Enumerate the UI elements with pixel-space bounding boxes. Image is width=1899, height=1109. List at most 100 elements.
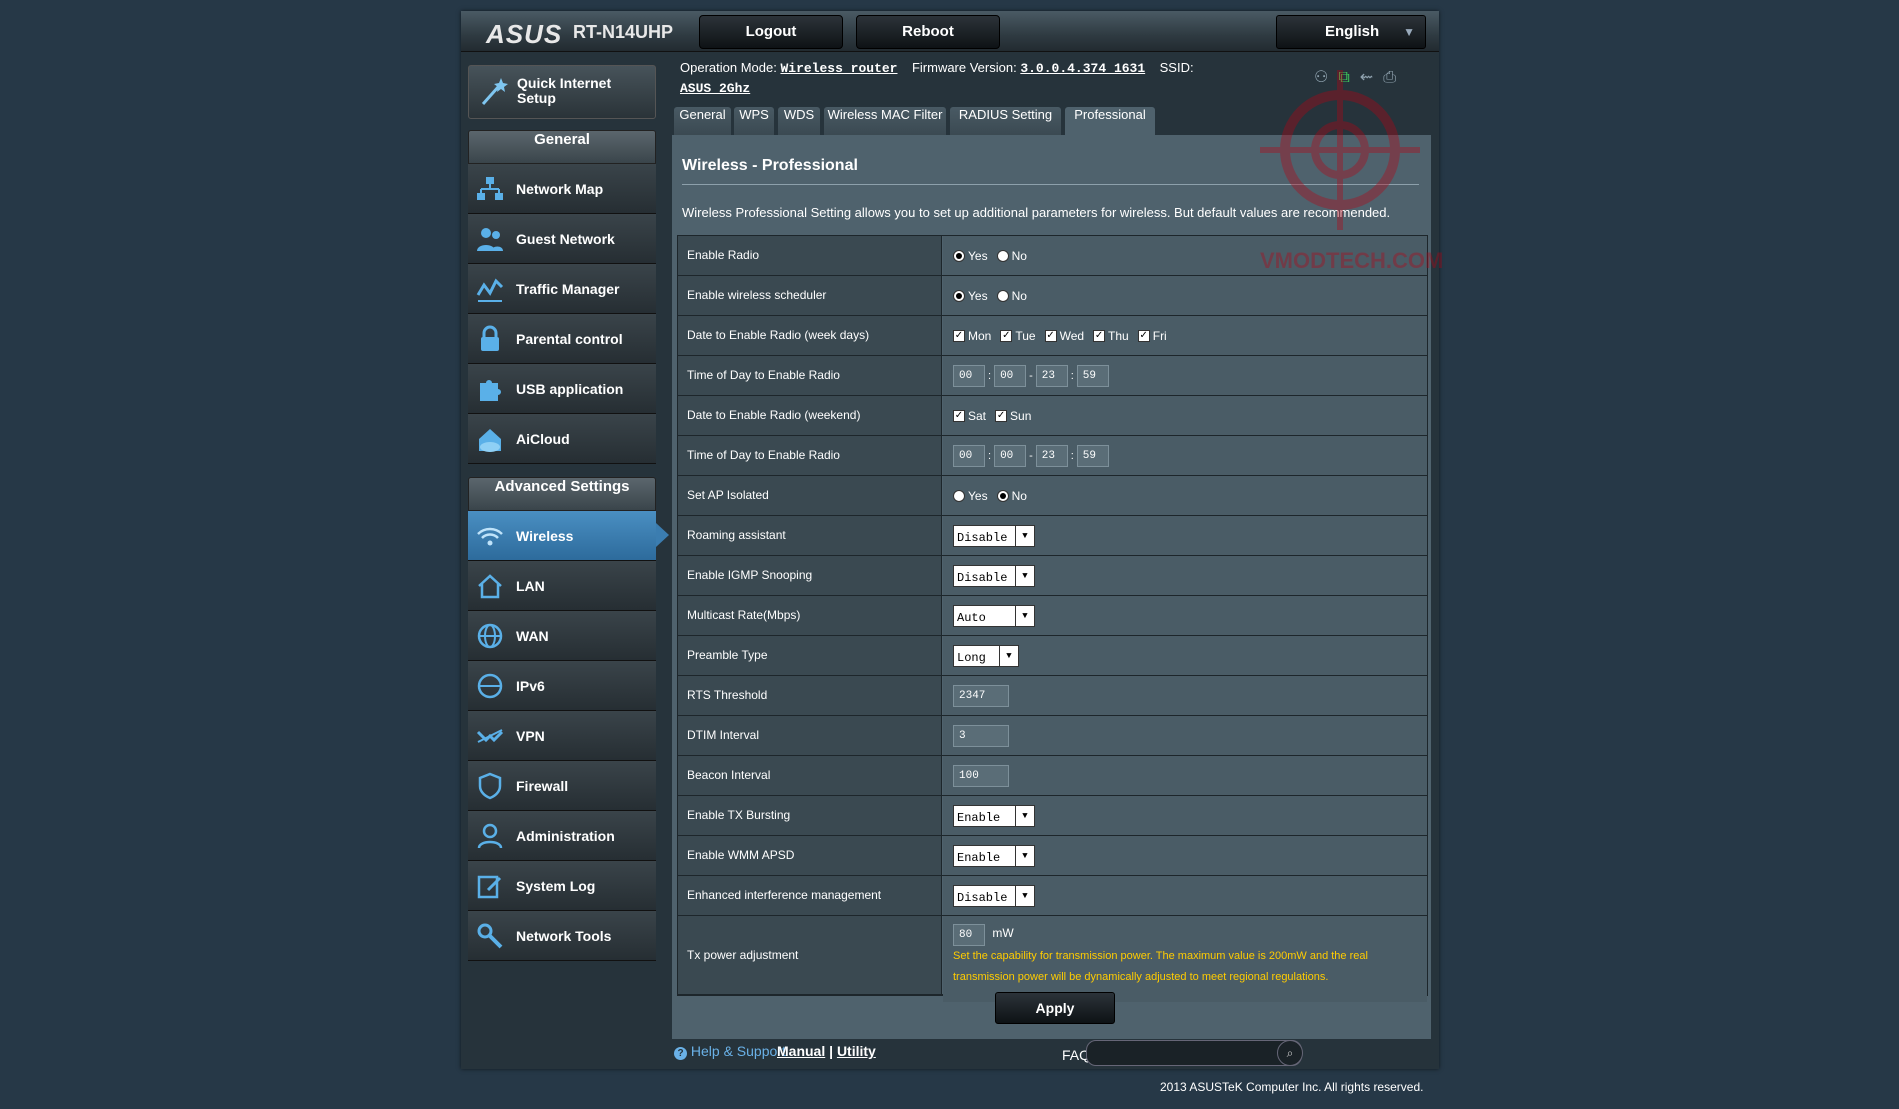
checkbox[interactable]: ✓ — [1000, 329, 1013, 342]
firmware-link[interactable]: 3.0.0.4.374_1631 — [1020, 61, 1145, 76]
sidebar-item-parental-control[interactable]: Parental control — [468, 314, 656, 364]
roaming-assistant-select[interactable]: Disable ▼ — [953, 524, 1035, 547]
table-row: Enable WMM APSD Enable ▼ — [678, 836, 1427, 876]
weekend-start-minute-input[interactable]: 00 — [994, 444, 1027, 467]
dtim-interval-input[interactable]: 3 — [953, 724, 1009, 747]
weekday-start-minute-input[interactable]: 00 — [994, 364, 1027, 387]
sidebar-item-wireless[interactable]: Wireless — [468, 511, 669, 561]
footer: ? Help & Support Manual | Utility FAQ ⌕ — [672, 1040, 1431, 1066]
wifi-icon — [477, 527, 503, 546]
sidebar-item-lan[interactable]: LAN — [468, 561, 656, 611]
checkbox[interactable]: ✓ — [953, 329, 965, 342]
logout-button[interactable]: Logout — [699, 15, 843, 49]
sidebar-item-firewall[interactable]: Firewall — [468, 761, 656, 811]
setting-label: Enable TX Bursting — [678, 796, 942, 835]
sidebar-item-system-log[interactable]: System Log — [468, 861, 656, 911]
sidebar-item-aicloud[interactable]: AiCloud — [468, 414, 656, 464]
radio-button[interactable] — [996, 489, 1009, 502]
table-row: Set AP Isolated Yes No — [678, 476, 1427, 516]
tx-power-input[interactable]: 80 — [953, 924, 985, 946]
ipv6-globe-icon — [477, 673, 503, 699]
weekday-end-hour-input[interactable]: 23 — [1035, 364, 1068, 387]
weekday-end-minute-input[interactable]: 59 — [1076, 364, 1109, 387]
interference-management-select[interactable]: Disable ▼ — [953, 884, 1035, 907]
weekend-start-hour-input[interactable]: 00 — [953, 444, 985, 467]
select-value: Disable — [957, 890, 1008, 905]
checkbox-mon[interactable]: ✓ Mon — [953, 329, 991, 343]
weekend-end-hour-input[interactable]: 23 — [1035, 444, 1068, 467]
radio-button[interactable] — [996, 289, 1009, 302]
scheduler-yes[interactable]: Yes — [953, 289, 988, 303]
scheduler-no[interactable]: No — [996, 289, 1027, 303]
radio-button[interactable] — [953, 289, 965, 302]
checkbox[interactable]: ✓ — [1137, 329, 1150, 342]
radio-button[interactable] — [953, 249, 965, 262]
weekend-end-minute-input[interactable]: 59 — [1076, 444, 1109, 467]
weekday-start-hour-input[interactable]: 00 — [953, 364, 985, 387]
sidebar-item-vpn[interactable]: VPN — [468, 711, 656, 761]
checkbox-thu[interactable]: ✓ Thu — [1093, 329, 1129, 343]
checkbox-sat[interactable]: ✓ Sat — [953, 409, 986, 423]
wmm-apsd-select[interactable]: Enable ▼ — [953, 844, 1035, 867]
radio-button[interactable] — [953, 489, 965, 502]
utility-link[interactable]: Utility — [837, 1043, 876, 1059]
sidebar-item-guest-network[interactable]: Guest Network — [468, 214, 656, 264]
table-row: Beacon Interval 100 — [678, 756, 1427, 796]
traffic-chart-icon — [476, 278, 504, 302]
chevron-down-icon: ▼ — [1015, 885, 1034, 906]
reboot-button[interactable]: Reboot — [856, 15, 1000, 49]
language-select[interactable]: English ▼ — [1276, 15, 1426, 49]
sidebar-item-traffic-manager[interactable]: Traffic Manager — [468, 264, 656, 314]
tx-bursting-select[interactable]: Enable ▼ — [953, 804, 1035, 827]
enable-radio-yes[interactable]: Yes — [953, 249, 988, 263]
wrench-icon — [477, 923, 503, 949]
igmp-snooping-select[interactable]: Disable ▼ — [953, 564, 1035, 587]
chevron-down-icon: ▼ — [1015, 605, 1034, 626]
option-label: Yes — [968, 488, 988, 503]
rts-threshold-input[interactable]: 2347 — [953, 684, 1009, 707]
ap-isolated-no[interactable]: No — [996, 489, 1027, 503]
radio-button[interactable] — [996, 249, 1009, 262]
multicast-rate-select[interactable]: Auto ▼ — [953, 604, 1035, 627]
beacon-interval-input[interactable]: 100 — [953, 764, 1009, 787]
settings-table: Enable Radio Yes No Enable wireless sche… — [677, 235, 1428, 1002]
operation-mode-label: Operation Mode: — [680, 60, 777, 75]
select-value: Disable — [957, 530, 1008, 545]
search-icon[interactable]: ⌕ — [1277, 1040, 1303, 1066]
checkbox[interactable]: ✓ — [1044, 329, 1057, 342]
ssid-link[interactable]: ASUS_2Ghz — [680, 81, 750, 96]
checkbox[interactable]: ✓ — [953, 409, 965, 422]
option-label: Yes — [968, 248, 988, 263]
checkbox-fri[interactable]: ✓ Fri — [1137, 329, 1167, 343]
checkbox[interactable]: ✓ — [995, 409, 1008, 422]
checkbox[interactable]: ✓ — [1093, 329, 1106, 342]
preamble-type-select[interactable]: Long ▼ — [953, 644, 1019, 667]
sidebar-item-ipv6[interactable]: IPv6 — [468, 661, 656, 711]
day-label: Wed — [1059, 328, 1085, 343]
checkbox-sun[interactable]: ✓ Sun — [995, 409, 1031, 423]
quick-internet-setup-button[interactable]: Quick Internet Setup — [468, 65, 656, 119]
sidebar-item-wan[interactable]: WAN — [468, 611, 656, 661]
option-label: No — [1011, 248, 1027, 263]
apply-button[interactable]: Apply — [995, 992, 1115, 1024]
manual-link[interactable]: Manual — [777, 1043, 825, 1059]
sidebar-item-network-map[interactable]: Network Map — [468, 164, 656, 214]
chevron-down-icon: ▼ — [1403, 25, 1415, 39]
asus-logo: ASUS — [486, 19, 563, 49]
watermark-text: VMODTECH.COM — [1260, 248, 1444, 273]
checkbox-wed[interactable]: ✓ Wed — [1044, 328, 1085, 343]
vpn-handshake-icon — [476, 729, 504, 743]
setting-label: RTS Threshold — [678, 676, 942, 715]
ap-isolated-yes[interactable]: Yes — [953, 489, 988, 503]
faq-search-input[interactable] — [1086, 1040, 1302, 1066]
checkbox-tue[interactable]: ✓ Tue — [1000, 329, 1036, 343]
operation-mode-link[interactable]: Wireless router — [780, 61, 897, 76]
sidebar-item-usb-application[interactable]: USB application — [468, 364, 656, 414]
puzzle-icon — [480, 380, 501, 401]
sidebar-item-administration[interactable]: Administration — [468, 811, 656, 861]
enable-radio-no[interactable]: No — [996, 248, 1027, 263]
day-label: Mon — [968, 328, 992, 343]
help-support-link[interactable]: ? Help & Support — [674, 1043, 786, 1060]
chevron-down-icon: ▼ — [1015, 525, 1034, 546]
sidebar-item-network-tools[interactable]: Network Tools — [468, 911, 656, 961]
